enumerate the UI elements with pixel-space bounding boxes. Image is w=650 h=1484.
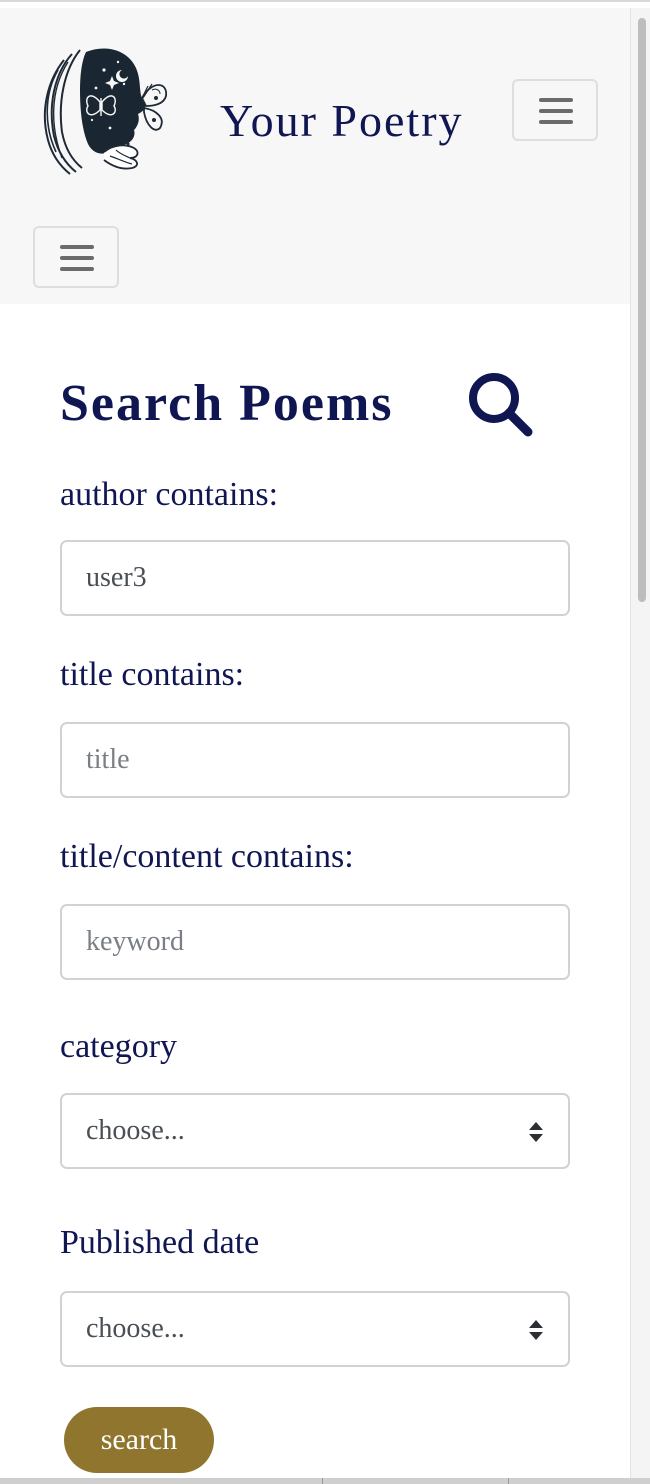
navbar: Your Poetry (0, 8, 630, 304)
category-selected-value: choose... (86, 1115, 185, 1146)
select-caret-icon (529, 1122, 543, 1142)
title-label: title contains: (60, 656, 245, 693)
page-scrollbar[interactable] (630, 8, 650, 1478)
brand-title[interactable]: Your Poetry (220, 94, 464, 147)
published-date-select[interactable]: choose... (60, 1291, 570, 1367)
window-bottom-edge (0, 1478, 650, 1484)
author-label: author contains: (60, 476, 279, 513)
keyword-input[interactable] (60, 904, 570, 980)
search-button[interactable]: search (64, 1407, 214, 1473)
keyword-label: title/content contains: (60, 838, 354, 875)
category-label: category (60, 1028, 178, 1065)
category-select[interactable]: choose... (60, 1093, 570, 1169)
title-input[interactable] (60, 722, 570, 798)
search-icon (469, 373, 533, 437)
scrollbar-thumb[interactable] (638, 18, 646, 602)
hamburger-menu-icon (60, 245, 94, 271)
navbar-toggle-button[interactable] (512, 79, 598, 141)
author-input[interactable] (60, 540, 570, 616)
secondary-menu-toggle-button[interactable] (33, 226, 119, 288)
select-caret-icon (529, 1320, 543, 1340)
page-title: Search Poems (60, 375, 394, 432)
hamburger-menu-icon (539, 98, 573, 124)
browser-frame: Your Poetry Search Poems author contains… (0, 0, 650, 1484)
poet-butterfly-logo-icon[interactable] (34, 40, 176, 178)
search-form: Search Poems author contains: title cont… (0, 304, 630, 1478)
page-viewport: Your Poetry Search Poems author contains… (0, 8, 630, 1478)
published-date-selected-value: choose... (86, 1313, 185, 1344)
published-date-label: Published date (60, 1224, 260, 1261)
